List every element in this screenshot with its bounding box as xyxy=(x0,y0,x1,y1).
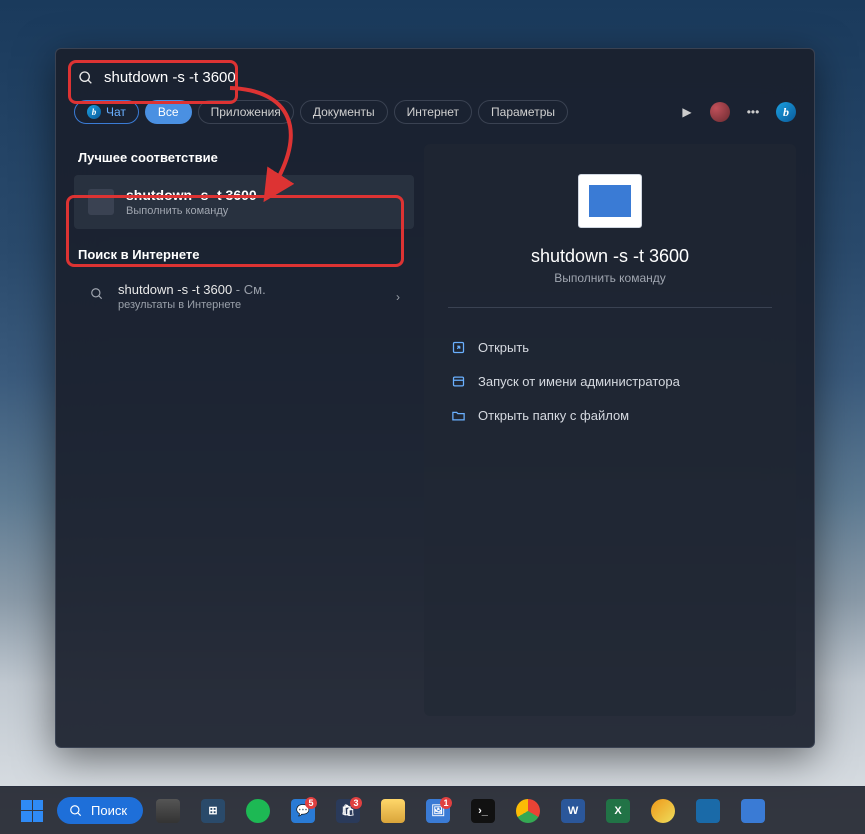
search-input[interactable] xyxy=(104,69,792,86)
web-search-heading: Поиск в Интернете xyxy=(78,247,414,262)
action-label: Запуск от имени администратора xyxy=(478,374,680,389)
action-open-folder[interactable]: Открыть папку с файлом xyxy=(448,398,772,432)
folder-icon xyxy=(381,799,405,823)
task-view-button[interactable] xyxy=(148,791,188,831)
filter-web[interactable]: Интернет xyxy=(394,100,472,124)
result-text: shutdown -s -t 3600 Выполнить команду xyxy=(126,187,257,217)
windows-logo-icon xyxy=(21,800,43,822)
web-item-suffix: - См. xyxy=(232,282,266,297)
app-icon xyxy=(696,799,720,823)
result-thumb-icon xyxy=(88,189,114,215)
play-icon[interactable]: ▶ xyxy=(678,103,696,121)
shield-icon xyxy=(450,373,466,389)
web-item-title: shutdown -s -t 3600 xyxy=(118,282,232,297)
taskbar-app-spotify[interactable] xyxy=(238,791,278,831)
taskbar-app-explorer[interactable] xyxy=(373,791,413,831)
badge: 5 xyxy=(305,797,317,809)
chat-icon: 💬5 xyxy=(291,799,315,823)
preview-pane: shutdown -s -t 3600 Выполнить команду От… xyxy=(424,144,796,716)
search-row xyxy=(56,49,814,100)
chip-label: Параметры xyxy=(491,105,555,119)
spotify-icon xyxy=(246,799,270,823)
terminal-icon: ›_ xyxy=(471,799,495,823)
action-label: Открыть xyxy=(478,340,529,355)
calculator-icon: ⊞ xyxy=(201,799,225,823)
preview-subtitle: Выполнить команду xyxy=(554,271,666,285)
chip-label: Приложения xyxy=(211,105,281,119)
search-icon xyxy=(78,70,94,86)
preview-app-icon xyxy=(578,174,642,228)
taskbar-app-photos[interactable]: 🖼1 xyxy=(418,791,458,831)
best-match-result[interactable]: shutdown -s -t 3600 Выполнить команду xyxy=(74,175,414,229)
more-icon[interactable]: ••• xyxy=(744,103,762,121)
result-title: shutdown -s -t 3600 xyxy=(126,187,257,203)
results-left-column: Лучшее соответствие shutdown -s -t 3600 … xyxy=(74,144,414,716)
start-button[interactable] xyxy=(12,791,52,831)
filter-row: b Чат Все Приложения Документы Интернет … xyxy=(56,100,814,136)
action-open[interactable]: Открыть xyxy=(448,330,772,364)
taskbar-app-messages[interactable]: 💬5 xyxy=(283,791,323,831)
app-icon xyxy=(651,799,675,823)
photos-icon: 🖼1 xyxy=(426,799,450,823)
taskbar-app-terminal[interactable]: ›_ xyxy=(463,791,503,831)
taskbar-search-label: Поиск xyxy=(91,803,127,818)
taskbar-app-store[interactable]: 🛍3 xyxy=(328,791,368,831)
result-subtitle: Выполнить команду xyxy=(126,205,257,217)
task-view-icon xyxy=(156,799,180,823)
folder-icon xyxy=(450,407,466,423)
taskbar-app-chrome[interactable] xyxy=(508,791,548,831)
badge: 3 xyxy=(350,797,362,809)
chrome-icon xyxy=(516,799,540,823)
taskbar-app-generic3[interactable] xyxy=(733,791,773,831)
search-panel: b Чат Все Приложения Документы Интернет … xyxy=(55,48,815,748)
user-avatar[interactable] xyxy=(710,102,730,122)
word-icon: W xyxy=(561,799,585,823)
divider xyxy=(448,307,772,308)
open-icon xyxy=(450,339,466,355)
store-icon: 🛍3 xyxy=(336,799,360,823)
action-run-admin[interactable]: Запуск от имени администратора xyxy=(448,364,772,398)
taskbar-app-excel[interactable]: X xyxy=(598,791,638,831)
best-match-heading: Лучшее соответствие xyxy=(78,150,414,165)
web-search-item[interactable]: shutdown -s -t 3600 - См. результаты в И… xyxy=(74,272,414,321)
chip-label: Интернет xyxy=(407,105,459,119)
excel-icon: X xyxy=(606,799,630,823)
chevron-right-icon: › xyxy=(396,290,400,304)
taskbar-app-generic1[interactable] xyxy=(643,791,683,831)
app-icon xyxy=(741,799,765,823)
preview-title: shutdown -s -t 3600 xyxy=(531,246,689,267)
chip-label: Все xyxy=(158,105,179,119)
search-icon xyxy=(69,804,83,818)
filter-all[interactable]: Все xyxy=(145,100,192,124)
taskbar: Поиск ⊞ 💬5 🛍3 🖼1 ›_ W X xyxy=(0,786,865,834)
results-body: Лучшее соответствие shutdown -s -t 3600 … xyxy=(56,136,814,724)
action-label: Открыть папку с файлом xyxy=(478,408,629,423)
filter-apps[interactable]: Приложения xyxy=(198,100,294,124)
bing-icon: b xyxy=(87,105,101,119)
bing-icon[interactable]: b xyxy=(776,102,796,122)
taskbar-app-word[interactable]: W xyxy=(553,791,593,831)
badge: 1 xyxy=(440,797,452,809)
chip-label: Чат xyxy=(106,105,126,119)
filter-right-icons: ▶ ••• b xyxy=(678,102,796,122)
chip-label: Документы xyxy=(313,105,375,119)
web-item-line2: результаты в Интернете xyxy=(118,299,266,311)
taskbar-app-generic2[interactable] xyxy=(688,791,728,831)
filter-docs[interactable]: Документы xyxy=(300,100,388,124)
filter-chat[interactable]: b Чат xyxy=(74,100,139,124)
web-item-line1: shutdown -s -t 3600 - См. xyxy=(118,282,266,297)
web-item-text: shutdown -s -t 3600 - См. результаты в И… xyxy=(118,282,266,311)
preview-header: shutdown -s -t 3600 Выполнить команду xyxy=(448,174,772,285)
taskbar-app-calculator[interactable]: ⊞ xyxy=(193,791,233,831)
filter-settings[interactable]: Параметры xyxy=(478,100,568,124)
taskbar-search-button[interactable]: Поиск xyxy=(57,797,143,824)
search-icon xyxy=(88,287,106,306)
